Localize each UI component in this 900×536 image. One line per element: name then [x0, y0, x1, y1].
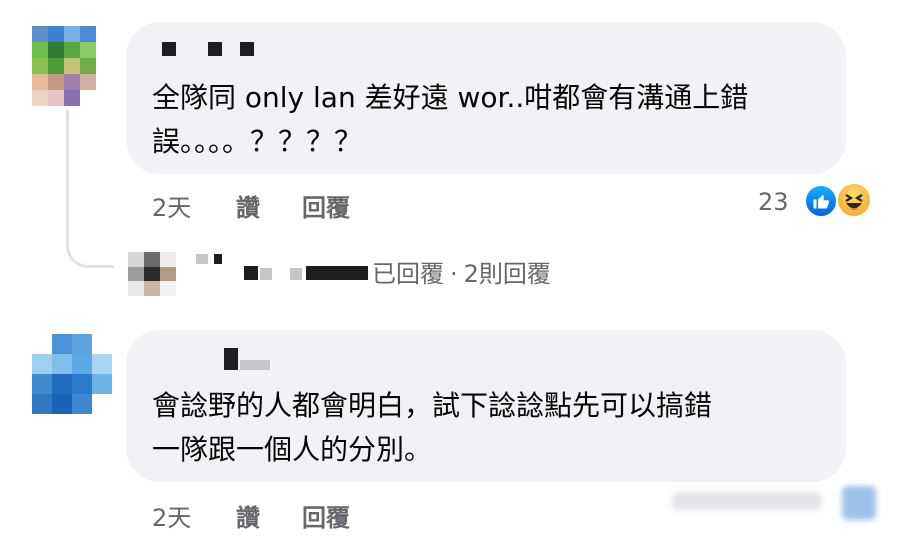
author-name-redacted[interactable] [224, 348, 238, 370]
watermark [672, 486, 882, 526]
separator: · [450, 260, 458, 288]
like-icon [804, 184, 838, 218]
comment-timestamp[interactable]: 2天 [152, 498, 191, 533]
comment-text: 全隊同 only lan 差好遠 wor..咁都會有溝通上錯 誤。。。。？？？？ [152, 81, 749, 158]
comment-timestamp[interactable]: 2天 [152, 188, 191, 223]
author-name-redacted[interactable] [196, 254, 208, 264]
reply-summary-link[interactable]: 已回覆 · 2則回覆 [372, 254, 551, 289]
author-name-redacted[interactable] [244, 266, 258, 280]
like-button[interactable]: 讚 [236, 188, 260, 223]
author-name-redacted[interactable] [240, 360, 270, 370]
author-name-redacted[interactable] [290, 268, 302, 280]
replied-label: 已回覆 [372, 260, 444, 288]
author-name-redacted[interactable] [240, 42, 254, 56]
reply-count: 2則回覆 [463, 260, 551, 288]
like-button[interactable]: 讚 [236, 498, 260, 533]
reply-thread-line [66, 110, 114, 268]
author-name-redacted[interactable] [208, 42, 222, 56]
author-name-redacted[interactable] [162, 42, 176, 56]
avatar[interactable] [32, 334, 112, 414]
author-name-redacted[interactable] [214, 254, 222, 264]
avatar[interactable] [128, 252, 176, 296]
reply-button[interactable]: 回覆 [302, 188, 350, 223]
reply-button[interactable]: 回覆 [302, 498, 350, 533]
haha-icon [836, 182, 872, 218]
reaction-count[interactable]: 23 [758, 188, 789, 216]
author-name-redacted[interactable] [260, 268, 272, 280]
author-name-redacted[interactable] [306, 266, 368, 280]
comment-text: 會諗野的人都會明白，試下諗諗點先可以搞錯 一隊跟一個人的分別。 [152, 389, 713, 466]
avatar[interactable] [32, 26, 96, 106]
